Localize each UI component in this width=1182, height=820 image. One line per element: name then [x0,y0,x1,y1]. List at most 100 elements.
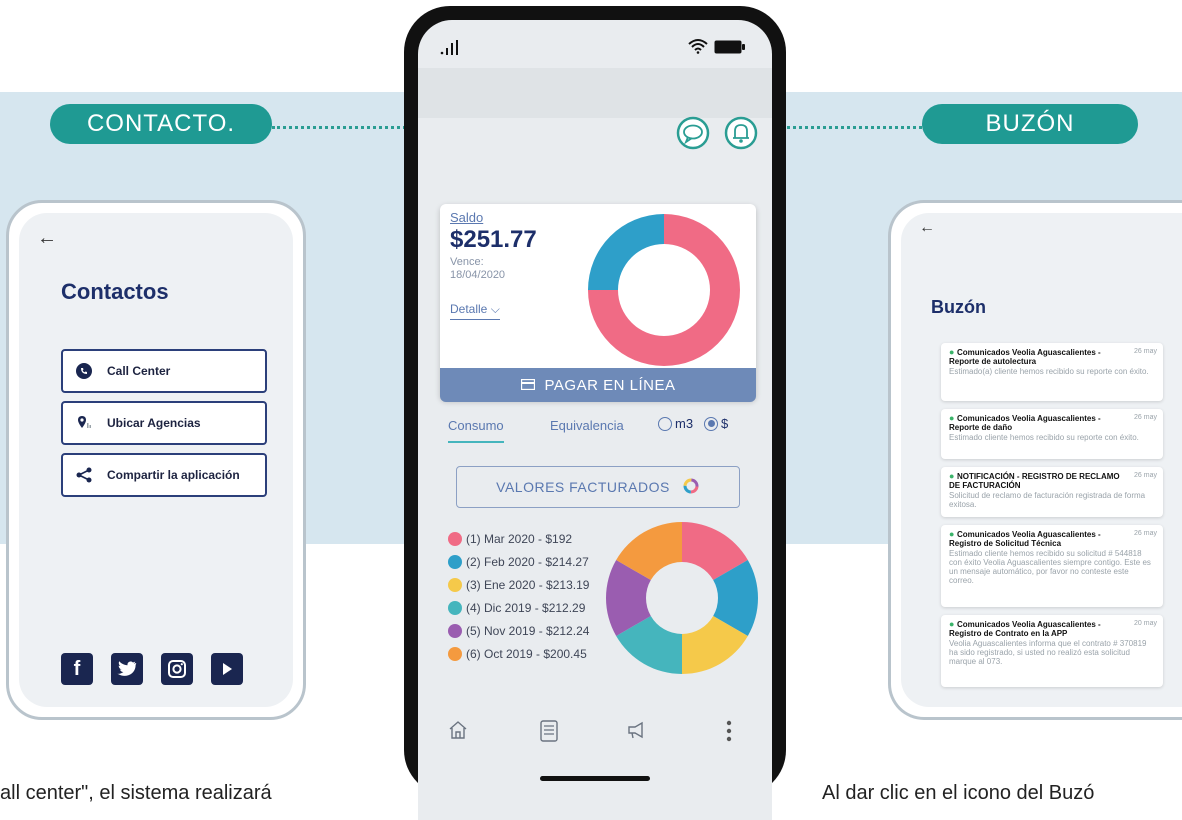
message-date: 26 may [1134,348,1157,355]
document-icon[interactable] [540,720,558,748]
facebook-icon[interactable]: f [61,653,93,685]
legend-swatch [448,532,462,546]
caption-right: Al dar clic en el icono del Buzó [822,782,1095,804]
message-desc: Veolia Aguascalientes informa que el con… [949,639,1147,666]
buzon-label: BUZÓN [922,104,1138,144]
buzon-screen: ← Buzón 26 may ● Comunicados Veolia Agua… [901,213,1182,707]
chevron-down-icon: ⌵ [490,302,500,316]
message-title: Comunicados Veolia Aguascalientes - Regi… [949,620,1101,638]
legend-item: (3) Ene 2020 - $213.19 [448,578,589,592]
legend-swatch [448,555,462,569]
location-pin-icon [75,414,93,432]
buzon-message[interactable]: 26 may ● Comunicados Veolia Aguascalient… [941,525,1163,607]
legend-item: (5) Nov 2019 - $212.24 [448,624,589,638]
donut-segment [588,214,664,290]
signal-icon [440,40,460,61]
bell-icon[interactable] [724,116,758,155]
twitter-icon[interactable] [111,653,143,685]
card-icon [520,377,535,394]
compartir-button[interactable]: Compartir la aplicación [61,453,267,497]
main-phone: Saldo $251.77 Vence: 18/04/2020 Detalle … [404,6,786,820]
instagram-icon[interactable] [161,653,193,685]
legend-item: (6) Oct 2019 - $200.45 [448,647,587,661]
contacto-label: CONTACTO. [50,104,272,144]
legend-label: (6) Oct 2019 - $200.45 [466,647,587,661]
saldo-value: $251.77 [450,226,537,253]
radio-m3[interactable]: m3 [658,416,693,431]
back-arrow-icon[interactable]: ← [919,219,935,237]
chat-icon[interactable] [676,116,710,155]
valores-button[interactable]: VALORES FACTURADOS [456,466,740,508]
buzon-title: Buzón [931,297,986,317]
ubicar-agencias-label: Ubicar Agencias [107,416,201,430]
buzon-message[interactable]: 26 may ● Comunicados Veolia Aguascalient… [941,343,1163,401]
buzon-message[interactable]: 26 may ● NOTIFICACIÓN - REGISTRO DE RECL… [941,467,1163,517]
legend-label: (5) Nov 2019 - $212.24 [466,624,590,638]
call-center-button[interactable]: Call Center [61,349,267,393]
legend-label: (4) Dic 2019 - $212.29 [466,601,586,615]
message-desc: Solicitud de reclamo de facturación regi… [949,491,1146,509]
tab-consumo[interactable]: Consumo [448,418,504,443]
radio-dollar-label: $ [721,416,729,431]
radio-m3-label: m3 [675,416,694,431]
battery-icon [714,40,746,59]
buzon-message[interactable]: 20 may ● Comunicados Veolia Aguascalient… [941,615,1163,687]
legend-item: (4) Dic 2019 - $212.29 [448,601,585,615]
legend-item: (2) Feb 2020 - $214.27 [448,555,589,569]
more-icon[interactable] [726,720,732,748]
vence-label: Vence: [450,256,484,268]
radio-unchecked-icon [658,416,672,431]
main-screen: Saldo $251.77 Vence: 18/04/2020 Detalle … [418,20,772,820]
legend-label: (3) Ene 2020 - $213.19 [466,578,590,592]
message-date: 26 may [1134,414,1157,421]
valores-donut [606,522,758,674]
legend-swatch [448,624,462,638]
ubicar-agencias-button[interactable]: Ubicar Agencias [61,401,267,445]
balance-donut [588,214,740,366]
compartir-label: Compartir la aplicación [107,468,240,482]
contactos-screen: ← Contactos Call Center Ubicar Agencias … [19,213,293,707]
bottom-nav [418,700,772,820]
connector-right [764,126,922,129]
legend-label: (1) Mar 2020 - $192 [466,532,573,546]
message-desc: Estimado(a) cliente hemos recibido su re… [949,367,1149,376]
wifi-icon [688,38,708,59]
radio-dollar[interactable]: $ [704,416,728,431]
message-title: NOTIFICACIÓN - REGISTRO DE RECLAMO DE FA… [949,472,1120,490]
tab-equivalencia[interactable]: Equivalencia [550,418,624,433]
valores-label: VALORES FACTURADOS [496,479,670,495]
saldo-link[interactable]: Saldo [450,210,483,225]
message-date: 26 may [1134,530,1157,537]
pagar-button[interactable]: PAGAR EN LÍNEA [440,368,756,402]
phone-icon [75,362,93,380]
share-icon [75,466,93,484]
message-date: 20 may [1134,620,1157,627]
message-title: Comunicados Veolia Aguascalientes - Repo… [949,348,1101,366]
contactos-title: Contactos [61,279,169,304]
legend-label: (2) Feb 2020 - $214.27 [466,555,589,569]
caption-left: all center", el sistema realizará [0,782,272,804]
legend-swatch [448,578,462,592]
vence-date: 18/04/2020 [450,269,506,281]
youtube-icon[interactable] [211,653,243,685]
detalle-link[interactable]: Detalle ⌵ [450,302,500,320]
buzon-message[interactable]: 26 may ● Comunicados Veolia Aguascalient… [941,409,1163,459]
message-desc: Estimado cliente hemos recibido su solic… [949,549,1151,585]
call-center-label: Call Center [107,364,171,378]
home-icon[interactable] [448,720,468,746]
message-desc: Estimado cliente hemos recibido su repor… [949,433,1139,442]
message-title: Comunicados Veolia Aguascalientes - Regi… [949,530,1101,548]
legend-item: (1) Mar 2020 - $192 [448,532,572,546]
legend-swatch [448,647,462,661]
message-date: 26 may [1134,472,1157,479]
radio-checked-icon [704,416,718,431]
donut-chart-icon [682,477,700,498]
back-arrow-icon[interactable]: ← [37,227,57,250]
megaphone-icon[interactable] [626,720,646,746]
contactos-phone: ← Contactos Call Center Ubicar Agencias … [6,200,306,720]
legend-swatch [448,601,462,615]
buzon-phone: ← Buzón 26 may ● Comunicados Veolia Agua… [888,200,1182,720]
header-band [418,68,772,118]
message-title: Comunicados Veolia Aguascalientes - Repo… [949,414,1101,432]
detalle-label: Detalle [450,302,488,316]
